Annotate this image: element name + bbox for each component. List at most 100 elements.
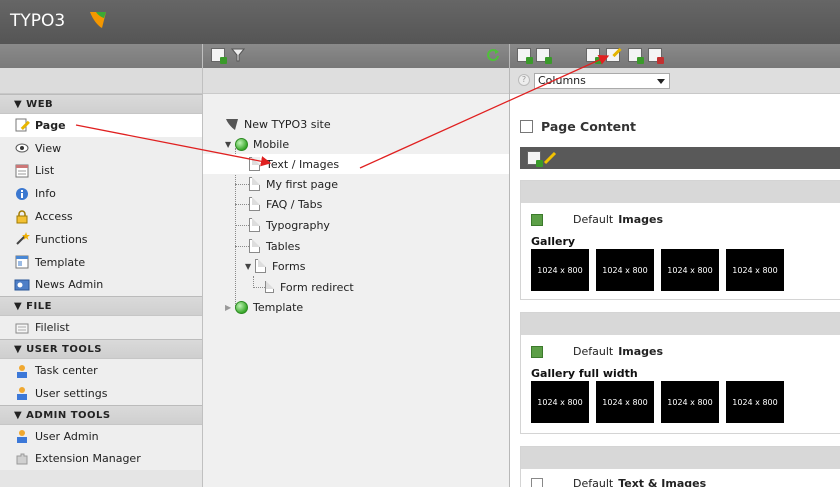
content-element-header xyxy=(521,181,840,203)
image-thumbnail[interactable]: 1024 x 800 xyxy=(661,381,719,423)
content-column-header xyxy=(520,147,840,169)
new-content-element-icon[interactable] xyxy=(527,151,543,167)
expand-toggle-icon[interactable]: ▼ xyxy=(245,262,255,271)
refresh-icon[interactable] xyxy=(486,48,500,62)
tree-node-forms[interactable]: ▼ Forms xyxy=(245,256,305,276)
view-page-icon[interactable] xyxy=(586,48,602,64)
image-thumbnail[interactable]: 1024 x 800 xyxy=(531,249,589,291)
module-group-admin-tools: ▼ ADMIN TOOLS User Admin Extension Manag… xyxy=(0,404,202,471)
content-element-type-prefix: Default xyxy=(573,345,614,358)
page-tree-spacer xyxy=(203,68,509,94)
tree-node-label: Mobile xyxy=(253,137,290,151)
page-icon xyxy=(249,157,260,171)
expand-toggle-icon[interactable]: ▼ xyxy=(225,140,235,149)
new-page-icon[interactable] xyxy=(536,48,552,64)
module-item-label: Functions xyxy=(35,232,88,246)
tree-node-label: Tables xyxy=(266,239,301,253)
page-tree: New TYPO3 site ▼ Mobile Text / Images My… xyxy=(203,44,510,487)
image-thumbnail[interactable]: 1024 x 800 xyxy=(531,381,589,423)
content-element-type-name: Images xyxy=(618,345,664,358)
module-group-title[interactable]: ▼ WEB xyxy=(0,94,202,114)
image-thumbnail[interactable]: 1024 x 800 xyxy=(726,249,784,291)
images-type-icon xyxy=(531,213,543,226)
tree-node-label: FAQ / Tabs xyxy=(266,197,323,211)
content-element[interactable]: Default Images Gallery full width 1024 x… xyxy=(520,312,840,434)
module-item-functions[interactable]: Functions xyxy=(0,227,202,251)
image-thumbnail[interactable]: 1024 x 800 xyxy=(726,381,784,423)
tree-node-form-redirect[interactable]: Form redirect xyxy=(265,277,354,297)
filter-icon[interactable] xyxy=(231,48,245,62)
user-admin-icon xyxy=(14,428,30,444)
image-thumbnails: 1024 x 800 1024 x 800 1024 x 800 1024 x … xyxy=(531,249,791,291)
module-menu: ▼ WEB Page View List Info Access Functio… xyxy=(0,44,203,487)
module-item-label: List xyxy=(35,164,55,178)
tree-connector xyxy=(253,287,265,288)
typo3-logo-icon xyxy=(90,12,106,28)
module-group-title[interactable]: ▼ FILE xyxy=(0,296,202,317)
tree-node-mobile[interactable]: ▼ Mobile xyxy=(225,134,289,154)
tree-root[interactable]: New TYPO3 site xyxy=(225,114,331,134)
info-icon xyxy=(14,186,30,202)
tree-connector xyxy=(235,184,249,185)
module-item-page[interactable]: Page xyxy=(0,114,202,137)
module-item-label: Info xyxy=(35,187,56,201)
module-item-list[interactable]: List xyxy=(0,159,202,183)
content-options-bar: ? Columns xyxy=(510,68,840,94)
new-page-icon[interactable] xyxy=(211,48,227,64)
module-item-info[interactable]: Info xyxy=(0,182,202,206)
tree-connector xyxy=(235,246,249,247)
page-icon xyxy=(249,239,260,253)
module-item-extension-manager[interactable]: Extension Manager xyxy=(0,447,202,471)
content-element-type-name: Images xyxy=(618,213,664,226)
module-item-user-settings[interactable]: User settings xyxy=(0,381,202,405)
module-group-title[interactable]: ▼ USER TOOLS xyxy=(0,339,202,360)
page-content-icon xyxy=(520,120,533,133)
edit-page-properties-icon[interactable] xyxy=(606,48,620,62)
collapse-toggle-icon[interactable]: ▶ xyxy=(225,303,235,312)
module-item-filelist[interactable]: Filelist xyxy=(0,316,202,340)
columns-select[interactable]: Columns xyxy=(534,73,670,89)
module-item-user-admin[interactable]: User Admin xyxy=(0,424,202,448)
help-icon[interactable]: ? xyxy=(518,74,530,86)
content-element[interactable]: Default Text & Images xyxy=(520,446,840,487)
content-element-type-name: Text & Images xyxy=(618,477,707,487)
folder-icon xyxy=(14,320,30,336)
wand-icon xyxy=(14,231,30,247)
image-thumbnail[interactable]: 1024 x 800 xyxy=(596,381,654,423)
content-element[interactable]: Default Images Gallery 1024 x 800 1024 x… xyxy=(520,180,840,300)
tree-node-text-images[interactable]: Text / Images xyxy=(203,154,509,174)
module-item-access[interactable]: Access xyxy=(0,205,202,228)
edit-column-icon[interactable] xyxy=(543,151,557,165)
eye-icon xyxy=(14,140,30,156)
page-icon xyxy=(255,259,266,273)
image-thumbnails: 1024 x 800 1024 x 800 1024 x 800 1024 x … xyxy=(531,381,791,423)
image-thumbnail[interactable]: 1024 x 800 xyxy=(596,249,654,291)
module-group-user-tools: ▼ USER TOOLS Task center User settings xyxy=(0,339,202,405)
list-icon xyxy=(14,163,30,179)
content-element-header xyxy=(521,447,840,469)
tree-node-typography[interactable]: Typography xyxy=(249,215,330,235)
page-content-panel: ? Columns Page Content Default Images Ga… xyxy=(510,44,840,487)
typo3-logo-text: TYPO3 xyxy=(10,11,66,31)
content-element-type-prefix: Default xyxy=(573,213,614,226)
tree-node-label: My first page xyxy=(266,177,338,191)
module-item-news-admin[interactable]: News Admin xyxy=(0,273,202,297)
tree-node-label: Form redirect xyxy=(280,280,354,294)
module-group-title[interactable]: ▼ ADMIN TOOLS xyxy=(0,404,202,425)
move-page-icon[interactable] xyxy=(628,48,644,64)
chevron-down-icon xyxy=(657,79,665,84)
tree-node-faq-tabs[interactable]: FAQ / Tabs xyxy=(249,194,322,214)
new-content-icon[interactable] xyxy=(517,48,533,64)
image-thumbnail[interactable]: 1024 x 800 xyxy=(661,249,719,291)
page-history-icon[interactable] xyxy=(648,48,664,64)
module-item-label: Extension Manager xyxy=(35,452,141,466)
tree-node-template[interactable]: ▶ Template xyxy=(225,297,303,317)
module-item-view[interactable]: View xyxy=(0,136,202,160)
module-item-task-center[interactable]: Task center xyxy=(0,359,202,382)
template-icon xyxy=(14,254,30,270)
content-element-type: Default Text & Images xyxy=(531,477,706,487)
tree-node-tables[interactable]: Tables xyxy=(249,236,300,256)
module-item-template[interactable]: Template xyxy=(0,250,202,274)
news-icon xyxy=(14,277,30,293)
tree-node-my-first-page[interactable]: My first page xyxy=(249,174,338,194)
